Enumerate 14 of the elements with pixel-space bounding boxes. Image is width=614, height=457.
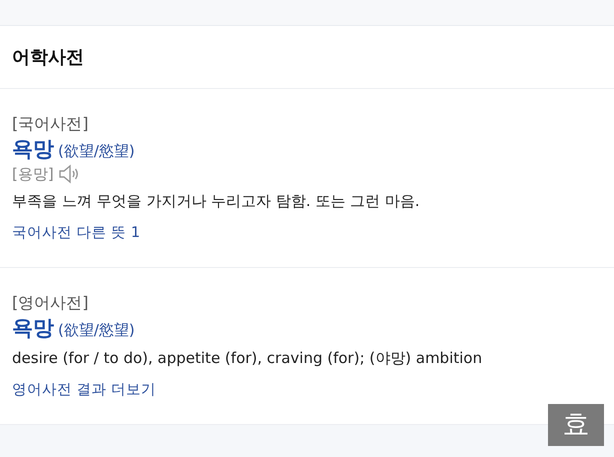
pronunciation: [용망]	[12, 164, 54, 185]
dictionary-label: [국어사전]	[12, 114, 88, 133]
headword-link[interactable]: 욕망	[12, 135, 54, 163]
speaker-icon[interactable]	[58, 164, 80, 184]
dictionary-label: [영어사전]	[12, 292, 88, 312]
section-title: 어학사전	[12, 46, 84, 70]
more-link[interactable]: 국어사전 다른 뜻 1	[12, 223, 140, 245]
hanja-link[interactable]: (欲望/慾望)	[58, 318, 135, 342]
headword-link[interactable]: 욕망	[12, 314, 54, 342]
floating-key-button[interactable]: 효	[548, 404, 604, 446]
hanja-link[interactable]: (欲望/慾望)	[58, 140, 135, 162]
definition-text: 부족을 느껴 무엇을 가지거나 누리고자 탐함. 또는 그런 마음.	[12, 192, 420, 210]
more-link[interactable]: 영어사전 결과 더보기	[12, 380, 156, 402]
definition-text: desire (for / to do), appetite (for), craving (for); (야망) ambition	[12, 348, 482, 367]
